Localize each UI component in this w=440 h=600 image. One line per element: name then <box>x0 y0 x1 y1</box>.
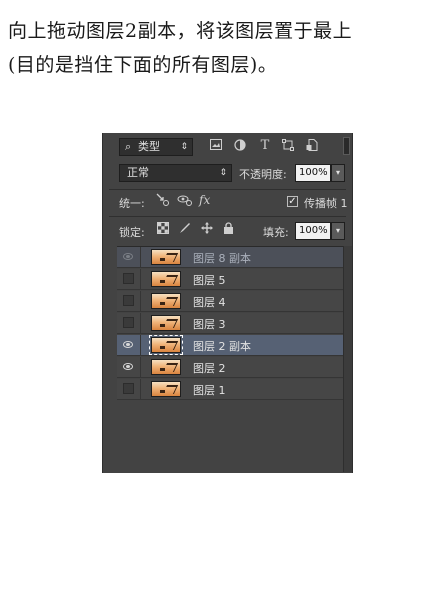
visibility-off-box <box>123 383 134 394</box>
visibility-toggle[interactable] <box>117 379 141 399</box>
visibility-toggle[interactable] <box>117 247 141 267</box>
layer-thumbnail <box>151 381 181 397</box>
smart-object-filter-icon[interactable] <box>305 139 319 153</box>
layer-filter-label: 类型 <box>138 140 160 153</box>
panel-divider <box>109 189 346 190</box>
unify-style-icon[interactable]: fx <box>199 193 210 207</box>
lock-image-pixels-icon[interactable] <box>179 222 191 237</box>
layer-name: 图层 5 <box>193 274 226 287</box>
layer-thumbnail <box>149 335 183 355</box>
lock-all-icon[interactable] <box>223 222 234 237</box>
chevron-updown-icon: ⇕ <box>219 168 227 178</box>
layer-thumbnail <box>151 271 181 287</box>
layer-thumbnail <box>151 359 181 375</box>
propagate-frame-label: 传播帧 1 <box>304 197 348 210</box>
layer-name: 图层 2 副本 <box>193 340 251 353</box>
opacity-dropdown-button[interactable]: ▾ <box>331 164 345 182</box>
unify-visibility-icon[interactable] <box>177 193 193 210</box>
instruction-text: 向上拖动图层2副本，将该图层置于最上 (目的是挡住下面的所有图层)。 <box>8 14 434 82</box>
lock-position-icon[interactable] <box>201 222 213 237</box>
fill-label: 填充: <box>263 226 289 239</box>
layer-row[interactable]: 图层 3 <box>117 313 343 334</box>
blend-mode-value: 正常 <box>127 166 149 179</box>
unify-position-icon[interactable] <box>155 193 171 210</box>
lock-transparent-pixels-icon[interactable] <box>157 222 169 237</box>
layers-scrollbar[interactable] <box>343 246 352 472</box>
layer-row[interactable]: 图层 2 <box>117 357 343 378</box>
propagate-frame-checkbox[interactable]: ✓ <box>287 196 298 207</box>
visibility-toggle[interactable] <box>117 269 141 289</box>
type-filter-icon[interactable]: T <box>258 139 272 153</box>
layers-list: 图层 8 副本 图层 5 图层 4 图层 3 图层 2 副本 图层 2 图层 1 <box>117 246 343 402</box>
unify-label: 统一: <box>119 197 145 210</box>
lock-label: 锁定: <box>119 226 145 239</box>
panel-divider <box>109 216 346 217</box>
visibility-toggle[interactable] <box>117 313 141 333</box>
layers-panel: ⌕ 类型 ⇕ T 正常 ⇕ 不透明度: 100% ▾ 统一: fx ✓ 传播帧 … <box>102 133 353 473</box>
blend-mode-select[interactable]: 正常 ⇕ <box>119 164 232 182</box>
layer-row[interactable]: 图层 8 副本 <box>117 247 343 268</box>
chevron-updown-icon: ⇕ <box>180 142 188 152</box>
search-icon: ⌕ <box>125 140 132 153</box>
opacity-label: 不透明度: <box>239 168 287 181</box>
layer-row[interactable]: 图层 4 <box>117 291 343 312</box>
fill-input[interactable]: 100% <box>295 222 331 240</box>
layer-name: 图层 3 <box>193 318 226 331</box>
layer-row[interactable]: 图层 1 <box>117 379 343 400</box>
instruction-line-1: 向上拖动图层2副本，将该图层置于最上 <box>8 20 353 42</box>
layer-thumbnail <box>151 293 181 309</box>
shape-filter-icon[interactable] <box>281 139 295 153</box>
layer-thumbnail <box>151 249 181 265</box>
eye-icon <box>123 363 133 370</box>
visibility-off-box <box>123 273 134 284</box>
layer-row[interactable]: 图层 2 副本 <box>117 335 343 356</box>
opacity-input[interactable]: 100% <box>295 164 331 182</box>
layer-name: 图层 8 副本 <box>193 252 251 265</box>
eye-icon <box>123 341 133 348</box>
eye-icon <box>123 253 133 260</box>
layer-thumbnail <box>151 315 181 331</box>
layer-name: 图层 4 <box>193 296 226 309</box>
panel-filter-toggle[interactable] <box>343 137 350 155</box>
fill-dropdown-button[interactable]: ▾ <box>331 222 345 240</box>
visibility-toggle[interactable] <box>117 357 141 377</box>
adjustment-filter-icon[interactable] <box>233 139 247 153</box>
layer-name: 图层 1 <box>193 384 226 397</box>
visibility-off-box <box>123 317 134 328</box>
visibility-toggle[interactable] <box>117 335 141 355</box>
instruction-line-2: (目的是挡住下面的所有图层)。 <box>8 54 278 76</box>
image-filter-icon[interactable] <box>209 139 223 153</box>
layer-filter-select[interactable]: ⌕ 类型 ⇕ <box>119 138 193 156</box>
layer-name: 图层 2 <box>193 362 226 375</box>
layer-row[interactable]: 图层 5 <box>117 269 343 290</box>
visibility-off-box <box>123 295 134 306</box>
visibility-toggle[interactable] <box>117 291 141 311</box>
